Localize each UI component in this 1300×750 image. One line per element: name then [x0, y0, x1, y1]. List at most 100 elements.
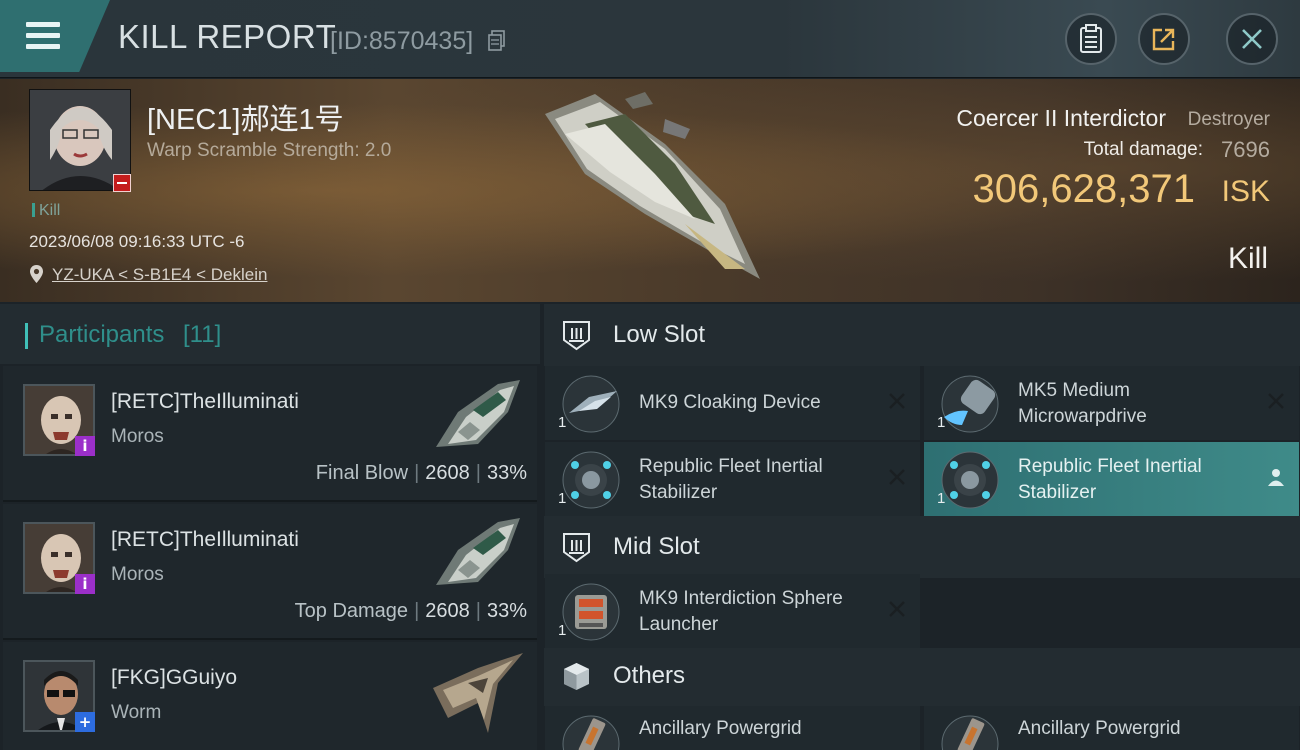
- victim-ship-class: Destroyer: [1187, 109, 1270, 130]
- module-quantity: 1: [558, 490, 567, 507]
- participant-ship: Moros: [111, 564, 164, 585]
- participant-percent: 33%: [486, 462, 527, 484]
- module-name: MK9 Cloaking Device: [639, 392, 821, 413]
- module-name: Republic Fleet Inertial Stabilizer: [639, 456, 823, 503]
- mid-slot-header: Mid Slot: [544, 516, 1300, 578]
- low-slot-icon: [563, 321, 590, 351]
- kill-result: Kill: [1227, 242, 1268, 275]
- menu-button[interactable]: [0, 0, 110, 72]
- victim-name[interactable]: [NEC1]郝连1号: [147, 96, 344, 138]
- participant-damage: 2608: [425, 600, 470, 622]
- stat-separator: |: [414, 462, 420, 484]
- share-icon: [1152, 28, 1175, 51]
- share-button[interactable]: [1138, 13, 1190, 65]
- module-quantity: 1: [937, 414, 946, 431]
- clipboard-button[interactable]: [1065, 13, 1117, 65]
- close-button[interactable]: [1226, 13, 1278, 65]
- participant-stats: Top Damage | 2608 | 33%: [295, 600, 527, 623]
- participants-title: Participants: [39, 321, 165, 348]
- participants-header: Participants [11]: [0, 304, 540, 364]
- kill-location-link[interactable]: YZ-UKA < S-B1E4 < Deklein: [52, 265, 267, 285]
- module-item[interactable]: 1 Republic Fleet Inertial Stabilizer: [545, 442, 920, 516]
- info-badge: i: [75, 574, 95, 594]
- menu-icon-bar: [26, 33, 60, 38]
- total-damage-label: Total damage:: [1083, 139, 1203, 160]
- participant-role: Final Blow: [315, 462, 409, 484]
- copy-icon[interactable]: [488, 30, 506, 52]
- stat-separator: |: [414, 600, 420, 622]
- close-icon: [1242, 29, 1262, 49]
- mid-slot-icon: [563, 533, 590, 563]
- inertial-stabilizer-icon: [562, 451, 620, 509]
- participant-ship-image: [433, 653, 523, 733]
- report-id: [ID:8570435]: [330, 27, 474, 55]
- module-quantity: 1: [558, 622, 567, 639]
- total-damage-value: 7696: [1221, 137, 1270, 162]
- participant-ship: Moros: [111, 426, 164, 447]
- destroyed-x-icon: [889, 469, 905, 485]
- module-item[interactable]: Ancillary Powergrid: [924, 706, 1299, 750]
- location-pin-icon: [30, 265, 43, 283]
- participant-role: Top Damage: [294, 600, 409, 622]
- module-item[interactable]: 1 MK5 Medium Microwarpdrive: [924, 366, 1299, 440]
- victim-ship-image: [545, 92, 760, 279]
- mid-slot-title: Mid Slot: [613, 533, 700, 560]
- module-item[interactable]: Ancillary Powergrid: [545, 706, 920, 750]
- participant-name[interactable]: [RETC]TheIlluminati: [111, 528, 299, 552]
- participant-ship-image: [436, 380, 520, 447]
- victim-ship-name[interactable]: Coercer II Interdictor: [956, 105, 1166, 132]
- clipboard-icon: [1080, 24, 1102, 53]
- microwarpdrive-icon: [941, 375, 999, 433]
- corp-badge: +: [75, 712, 95, 732]
- others-title: Others: [613, 662, 686, 689]
- kill-datetime: 2023/06/08 09:16:33 UTC -6: [29, 232, 245, 251]
- powergrid-icon: [941, 715, 999, 750]
- module-item-selected[interactable]: 1 Republic Fleet Inertial Stabilizer: [924, 442, 1299, 516]
- menu-icon: [26, 22, 60, 27]
- participant-ship-image: [436, 518, 520, 585]
- participant-row[interactable]: + [FKG]GGuiyo Worm: [3, 642, 537, 750]
- module-item[interactable]: 1 MK9 Cloaking Device: [545, 366, 920, 440]
- kill-tag: Kill: [32, 202, 60, 220]
- interdiction-launcher-icon: [562, 583, 620, 641]
- participant-row[interactable]: i [RETC]TheIlluminati Moros Final Blow | 2…: [3, 366, 537, 502]
- participant-name[interactable]: [RETC]TheIlluminati: [111, 390, 299, 414]
- cloaking-device-icon: [562, 375, 620, 433]
- destroyed-badge: [113, 174, 131, 192]
- participants-count: [11]: [183, 321, 222, 348]
- others-header: Others: [544, 648, 1300, 706]
- kill-report-header: KILL REPORT [ID:8570435]: [0, 0, 1300, 78]
- section-marker: [25, 323, 28, 349]
- isk-unit: ISK: [1221, 175, 1270, 208]
- info-badge: i: [75, 436, 95, 456]
- destroyed-x-icon: [889, 393, 905, 409]
- stat-separator: |: [475, 462, 481, 484]
- participant-percent: 33%: [486, 600, 527, 622]
- module-item[interactable]: 1 MK9 Interdiction Sphere Launcher: [545, 574, 920, 648]
- participant-name[interactable]: [FKG]GGuiyo: [111, 666, 237, 690]
- destroyed-x-icon: [889, 601, 905, 617]
- victim-banner: [NEC1]郝连1号 Warp Scramble Strength: 2.0 K…: [0, 79, 1300, 302]
- module-name: MK9 Interdiction Sphere Launcher: [639, 588, 843, 635]
- powergrid-icon: [562, 715, 620, 750]
- module-quantity: 1: [558, 414, 567, 431]
- isk-value: 306,628,371: [972, 167, 1195, 211]
- participant-stats: Final Blow | 2608 | 33%: [316, 462, 527, 485]
- dropped-person-icon: [1268, 469, 1284, 486]
- participant-ship: Worm: [111, 702, 162, 723]
- module-name: Ancillary Powergrid: [639, 718, 802, 739]
- low-slot-title: Low Slot: [613, 321, 706, 348]
- module-quantity: 1: [937, 490, 946, 507]
- participant-row[interactable]: i [RETC]TheIlluminati Moros Top Damage | 2…: [3, 504, 537, 640]
- warp-scramble-strength: Warp Scramble Strength: 2.0: [147, 140, 392, 161]
- module-name: MK5 Medium Microwarpdrive: [1018, 380, 1147, 427]
- cube-icon: [564, 663, 589, 690]
- inertial-stabilizer-icon: [941, 451, 999, 509]
- menu-icon-bar: [26, 44, 60, 49]
- module-name: Republic Fleet Inertial Stabilizer: [1018, 456, 1202, 503]
- participant-damage: 2608: [425, 462, 470, 484]
- module-name: Ancillary Powergrid: [1018, 718, 1181, 739]
- page-title: KILL REPORT: [118, 18, 337, 55]
- low-slot-header: Low Slot: [544, 304, 1300, 366]
- destroyed-x-icon: [1268, 393, 1284, 409]
